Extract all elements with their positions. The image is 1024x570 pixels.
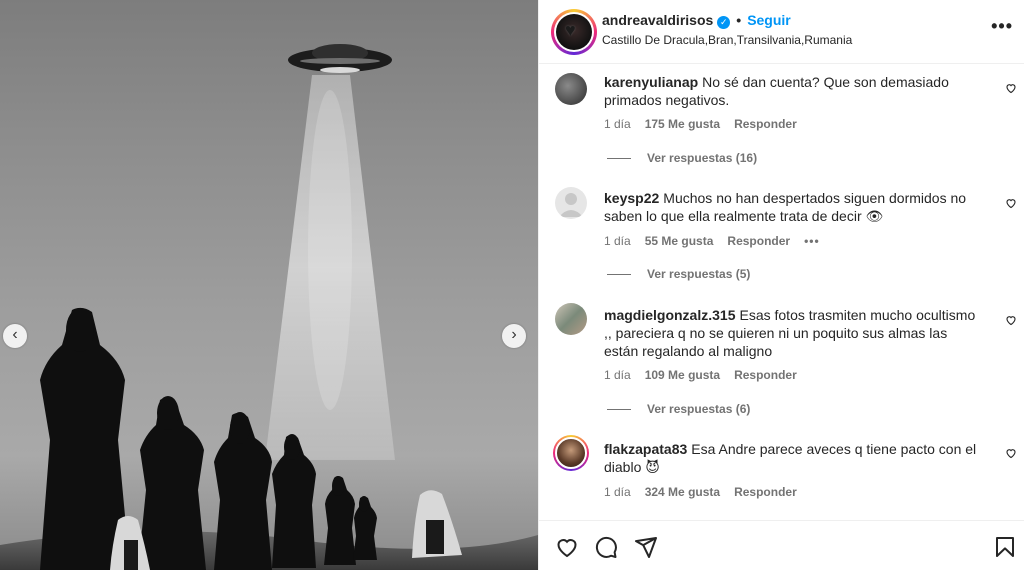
default-avatar-icon: [559, 193, 583, 217]
commenter-username[interactable]: karenyulianap: [604, 74, 698, 90]
comment-time: 1 día: [604, 234, 631, 248]
view-replies-button[interactable]: Ver respuestas (6): [607, 402, 750, 416]
comment-likes[interactable]: 109 Me gusta: [645, 368, 720, 382]
post-actions-bar: [539, 520, 1024, 570]
comments-list[interactable]: karenyulianap No sé dan cuenta? Que son d…: [539, 65, 1024, 520]
post-sidebar: andreavaldirisos ✓ • Seguir Castillo De Dra…: [538, 0, 1024, 570]
comment-like-heart-icon[interactable]: [1005, 82, 1017, 94]
more-options-icon[interactable]: •••: [991, 16, 1013, 37]
view-replies-button[interactable]: Ver respuestas (16): [607, 151, 757, 165]
separator-dot: •: [736, 12, 742, 28]
heart-icon[interactable]: [555, 535, 579, 559]
comment-like-heart-icon[interactable]: [1005, 197, 1017, 209]
comment-options-button[interactable]: •••: [804, 234, 820, 248]
commenter-username[interactable]: flakzapata83: [604, 441, 687, 457]
author-username[interactable]: andreavaldirisos: [602, 12, 713, 28]
view-replies-button[interactable]: Ver respuestas (5): [607, 267, 750, 281]
bookmark-icon[interactable]: [993, 535, 1017, 559]
reply-button[interactable]: Responder: [734, 485, 797, 499]
ufo-graphic: [288, 44, 392, 73]
commenter-avatar[interactable]: [555, 73, 587, 105]
reply-button[interactable]: Responder: [734, 368, 797, 382]
commenter-avatar[interactable]: [555, 303, 587, 335]
commenter-avatar-story-ring[interactable]: [553, 435, 589, 471]
commenter-username[interactable]: magdielgonzalz.315: [604, 307, 735, 323]
comment-likes[interactable]: 175 Me gusta: [645, 117, 720, 131]
post-header: andreavaldirisos ✓ • Seguir Castillo De Dra…: [539, 0, 1024, 64]
commenter-username[interactable]: keysp22: [604, 190, 659, 206]
reply-button[interactable]: Responder: [727, 234, 790, 248]
comment-like-heart-icon[interactable]: [1005, 447, 1017, 459]
reply-button[interactable]: Responder: [734, 117, 797, 131]
comment-likes[interactable]: 55 Me gusta: [645, 234, 714, 248]
follow-button[interactable]: Seguir: [747, 12, 791, 28]
author-avatar[interactable]: [551, 9, 597, 55]
commenter-avatar[interactable]: [555, 187, 587, 219]
comment-time: 1 día: [604, 368, 631, 382]
commenter-avatar: [555, 437, 587, 469]
comment-time: 1 día: [604, 117, 631, 131]
verified-badge-icon: ✓: [717, 16, 731, 29]
comment-likes[interactable]: 324 Me gusta: [645, 485, 720, 499]
comment-like-heart-icon[interactable]: [1005, 314, 1017, 326]
post-location[interactable]: Castillo De Dracula,Bran,Transilvania,Ru…: [602, 33, 852, 47]
comment-bubble-icon[interactable]: [594, 535, 618, 559]
post-photo: [0, 44, 538, 570]
next-photo-button[interactable]: ›: [502, 324, 526, 348]
previous-photo-button[interactable]: ‹: [3, 324, 27, 348]
comment-time: 1 día: [604, 485, 631, 499]
post-media[interactable]: ‹ ›: [0, 0, 538, 570]
paper-plane-icon[interactable]: [634, 535, 658, 559]
